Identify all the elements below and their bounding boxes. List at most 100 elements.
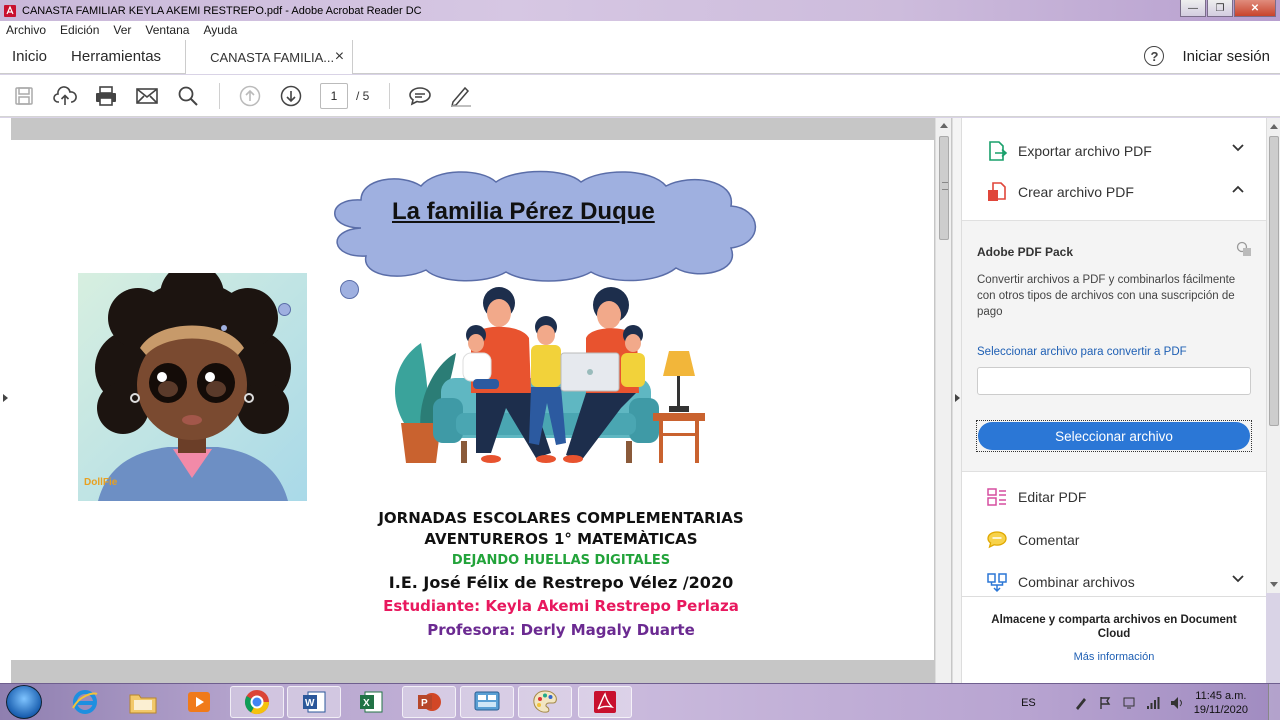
powerpoint-icon[interactable]: P: [402, 686, 456, 718]
comment-icon[interactable]: [408, 84, 432, 108]
toolbar-separator: [219, 82, 220, 109]
collapse-right-pane-icon[interactable]: [955, 394, 960, 402]
svg-text:P: P: [421, 698, 428, 709]
student-line: Estudiante: Keyla Akemi Restrepo Perlaza: [383, 597, 739, 615]
start-button[interactable]: [6, 685, 42, 719]
pen-input-icon[interactable]: [1074, 696, 1088, 710]
action-center-flag-icon[interactable]: [1098, 696, 1112, 710]
notifications-icon[interactable]: [1122, 696, 1136, 710]
window-controls: — ❐ ✕: [1180, 0, 1276, 17]
menu-ayuda[interactable]: Ayuda: [203, 23, 237, 37]
title-bar: CANASTA FAMILIAR KEYLA AKEMI RESTREPO.pd…: [0, 0, 1280, 21]
edit-pdf-label: Editar PDF: [1018, 489, 1087, 505]
volume-icon[interactable]: [1170, 696, 1184, 710]
file-explorer-icon[interactable]: [116, 686, 170, 718]
pdf-pack-title: Adobe PDF Pack: [977, 245, 1074, 259]
export-pdf-label: Exportar archivo PDF: [1018, 143, 1152, 159]
signin-link[interactable]: Iniciar sesión: [1182, 48, 1270, 65]
control-panel-icon[interactable]: [460, 686, 514, 718]
clock-time: 11:45 a.m.: [1195, 689, 1247, 702]
create-pdf-tool[interactable]: Crear archivo PDF: [962, 172, 1266, 212]
comment-tool-label: Comentar: [1018, 532, 1080, 548]
chevron-down-icon[interactable]: [1232, 144, 1244, 152]
save-icon[interactable]: [12, 84, 36, 108]
expand-left-panel-icon[interactable]: [3, 394, 8, 402]
prev-page-icon[interactable]: [238, 84, 262, 108]
scroll-up-icon[interactable]: [940, 123, 948, 128]
next-page-icon[interactable]: [279, 84, 303, 108]
tab-herramientas[interactable]: Herramientas: [59, 39, 173, 73]
search-icon[interactable]: [176, 84, 200, 108]
select-file-convert-link[interactable]: Seleccionar archivo para convertir a PDF: [977, 346, 1187, 358]
language-indicator[interactable]: ES: [1021, 697, 1036, 709]
clock[interactable]: 11:45 a.m. 19/11/2020: [1194, 689, 1248, 717]
document-viewer[interactable]: La familia Pérez Duque DollFie JORNADAS …: [0, 118, 952, 683]
left-panel-strip: [0, 118, 11, 683]
avatar-watermark: DollFie: [84, 477, 118, 488]
comment-tool[interactable]: Comentar: [962, 520, 1266, 560]
menu-edicion[interactable]: Edición: [60, 23, 99, 37]
email-icon[interactable]: [135, 84, 159, 108]
toolbar-separator: [389, 82, 391, 109]
school-line: I.E. José Félix de Restrepo Vélez /2020: [388, 573, 734, 592]
select-file-button[interactable]: Seleccionar archivo: [976, 420, 1252, 452]
create-pdf-label: Crear archivo PDF: [1018, 184, 1134, 200]
network-signal-icon[interactable]: [1146, 696, 1160, 710]
media-player-icon[interactable]: [172, 686, 226, 718]
page-number-input[interactable]: 1: [320, 82, 348, 109]
student-avatar-image: DollFie: [78, 273, 307, 501]
restore-button[interactable]: ❐: [1207, 0, 1233, 17]
chevron-up-icon[interactable]: [1232, 185, 1244, 193]
excel-icon[interactable]: X: [344, 686, 398, 718]
system-tray: ES 11:45 a.m. 19/11/2020: [1021, 684, 1280, 720]
thought-bubble-tiny: [278, 303, 291, 316]
teacher-line: Profesora: Derly Magaly Duarte: [427, 621, 695, 639]
select-file-button-label: Seleccionar archivo: [978, 422, 1250, 450]
scroll-thumb[interactable]: [1269, 136, 1279, 426]
chevron-down-icon[interactable]: [1232, 575, 1244, 583]
print-icon[interactable]: [94, 84, 118, 108]
file-drop-field[interactable]: [977, 367, 1251, 395]
subject-line: AVENTUREROS 1° MATEMÀTICAS: [424, 530, 698, 548]
tab-bar: Inicio Herramientas CANASTA FAMILIA... ×…: [0, 39, 1280, 74]
export-pdf-tool[interactable]: Exportar archivo PDF: [962, 131, 1266, 171]
tab-inicio[interactable]: Inicio: [0, 39, 59, 73]
acrobat-reader-icon[interactable]: [578, 686, 632, 718]
tools-pane-scrollbar[interactable]: [1266, 118, 1280, 593]
upload-cloud-icon[interactable]: [53, 84, 77, 108]
edit-pdf-tool[interactable]: Editar PDF: [962, 477, 1266, 517]
scroll-up-icon[interactable]: [1270, 124, 1278, 129]
chrome-icon[interactable]: [230, 686, 284, 718]
draw-icon[interactable]: [449, 84, 473, 108]
document-cloud-text: Almacene y comparta archivos en Document…: [991, 614, 1237, 640]
cover-text: JORNADAS ESCOLARES COMPLEMENTARIAS AVENT…: [161, 508, 934, 642]
show-desktop-button[interactable]: [1268, 684, 1280, 720]
svg-text:W: W: [305, 698, 315, 709]
paint-icon[interactable]: [518, 686, 572, 718]
internet-explorer-icon[interactable]: [58, 686, 112, 718]
close-tab-icon[interactable]: ×: [335, 48, 344, 66]
help-icon[interactable]: ?: [1144, 46, 1165, 66]
clock-date: 19/11/2020: [1193, 703, 1248, 716]
scroll-down-icon[interactable]: [1270, 582, 1278, 587]
right-pane-divider[interactable]: [952, 118, 962, 683]
acrobat-app-icon: [4, 4, 16, 17]
minimize-button[interactable]: —: [1180, 0, 1206, 17]
tab-document[interactable]: CANASTA FAMILIA... ×: [185, 40, 354, 74]
comment-tool-icon: [987, 531, 1007, 549]
scroll-grip-icon: [942, 182, 948, 190]
combine-files-label: Combinar archivos: [1018, 574, 1135, 590]
menu-ver[interactable]: Ver: [113, 23, 131, 37]
menu-ventana[interactable]: Ventana: [145, 23, 189, 37]
cloud-title: La familia Pérez Duque: [392, 198, 655, 225]
page-count: / 5: [356, 88, 370, 103]
combine-files-icon: [987, 573, 1007, 593]
close-window-button[interactable]: ✕: [1234, 0, 1276, 17]
menu-archivo[interactable]: Archivo: [6, 23, 46, 37]
word-icon[interactable]: W: [287, 686, 341, 718]
tools-pane: Exportar archivo PDF Crear archivo PDF A…: [962, 118, 1266, 683]
family-illustration: [381, 283, 711, 468]
document-scrollbar[interactable]: [935, 118, 951, 683]
copy-icon[interactable]: [1236, 241, 1252, 257]
more-info-link[interactable]: Más información: [962, 651, 1266, 663]
